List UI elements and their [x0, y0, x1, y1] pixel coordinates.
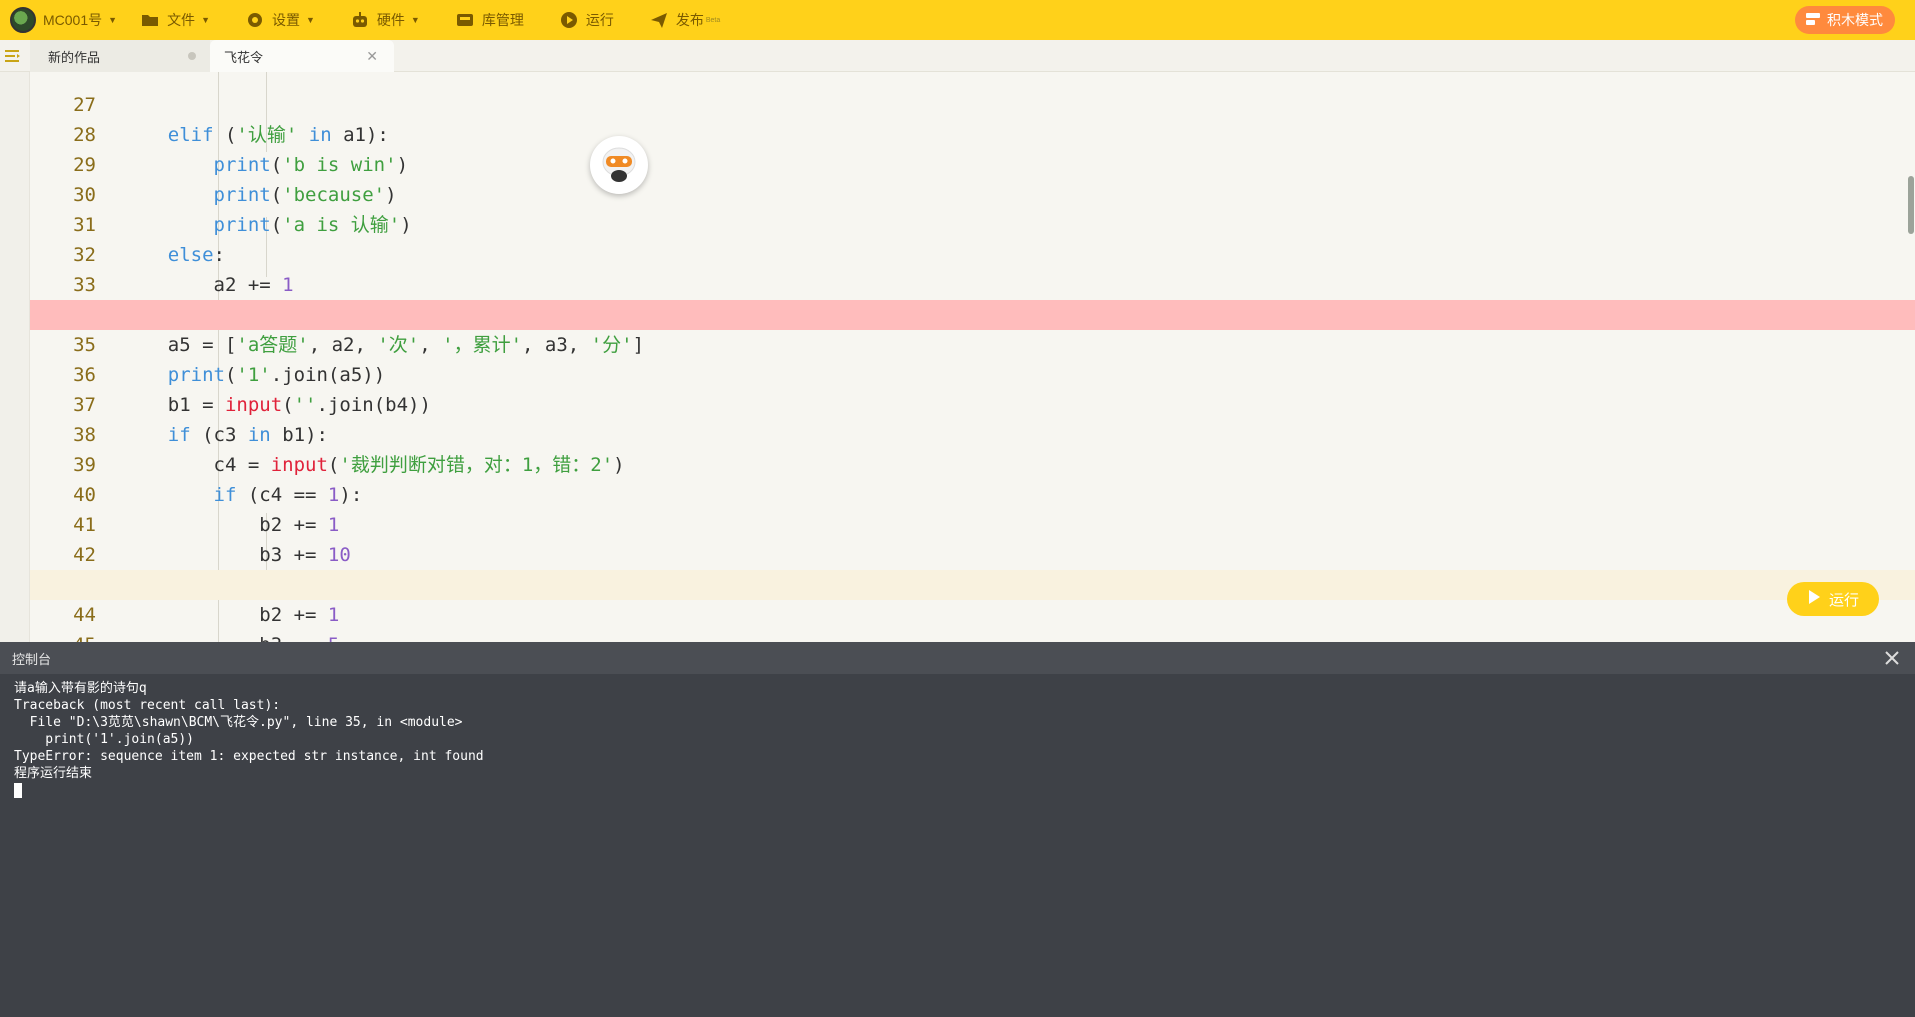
code-line: 33 a3 -= 5	[30, 240, 1915, 326]
code-line: 28 print('b is win')	[30, 90, 1915, 176]
console-line: TypeError: sequence item 1: expected str…	[14, 749, 484, 764]
chevron-down-icon: ▼	[108, 15, 118, 25]
run-button[interactable]: 运行	[1787, 582, 1879, 616]
project-avatar	[10, 7, 36, 33]
code-line: 40 b2 += 1	[30, 450, 1915, 536]
console-line: print('1'.join(a5))	[14, 732, 195, 747]
code-line: 37 if (c3 in b1):	[30, 360, 1915, 446]
tab-label: 新的作品	[48, 49, 101, 65]
console-line: File "D:\3苋苋\shawn\BCM\飞花令.py", line 35,…	[14, 715, 463, 730]
chevron-down-icon: ▼	[305, 15, 315, 25]
code-editor[interactable]: 27 elif ('认输' in a1): 28 print('b is win…	[0, 72, 1915, 642]
hardware-menu[interactable]: 硬件 ▼	[351, 10, 420, 30]
editor-scrollbar[interactable]	[1908, 176, 1914, 234]
paper-plane-icon	[650, 11, 668, 29]
block-mode-button[interactable]: 积木模式	[1795, 6, 1895, 34]
console-panel: 控制台 请a输入带有影的诗句q Traceback (most recent ca…	[0, 642, 1915, 1017]
top-toolbar: MC001号 ▼ 文件 ▼ 设置 ▼ 硬件 ▼ 库管理 运行 发布 Beta 积…	[0, 0, 1915, 40]
blocks-icon	[1805, 12, 1821, 29]
tab-feihualing[interactable]: 飞花令 ✕	[210, 40, 394, 72]
robot-head-icon	[351, 11, 369, 29]
run-button-label: 运行	[1828, 591, 1859, 609]
settings-menu[interactable]: 设置 ▼	[246, 10, 315, 30]
tab-bar: 新的作品 飞花令 ✕	[0, 40, 1915, 72]
file-menu-label: 文件	[167, 12, 196, 28]
console-output[interactable]: 请a输入带有影的诗句q Traceback (most recent call l…	[0, 674, 1915, 805]
publish-label: 发布	[675, 12, 704, 28]
block-mode-label: 积木模式	[1827, 12, 1883, 28]
project-name: MC001号	[43, 12, 103, 28]
code-line: 29 print('because')	[30, 120, 1915, 206]
chevron-down-icon: ▼	[410, 15, 420, 25]
chevron-down-icon: ▼	[201, 15, 210, 25]
run-menu-button[interactable]: 运行	[560, 10, 614, 30]
play-circle-icon	[560, 11, 578, 29]
close-icon[interactable]	[1883, 649, 1901, 667]
code-line: 43 b2 += 1	[30, 540, 1915, 626]
console-line: Traceback (most recent call last):	[14, 698, 281, 713]
play-icon	[1807, 589, 1821, 609]
code-line: 38 c4 = input('裁判判断对错，对：1，错：2')	[30, 390, 1915, 476]
gear-icon	[246, 11, 264, 29]
code-line: 39 if (c4 == 1):	[30, 420, 1915, 506]
settings-menu-label: 设置	[271, 12, 300, 28]
assistant-robot-icon[interactable]	[590, 136, 648, 194]
hardware-menu-label: 硬件	[376, 12, 405, 28]
publish-button[interactable]: 发布 Beta	[650, 10, 720, 30]
code-line: 36 b1 = input(''.join(b4))	[30, 330, 1915, 416]
tab-label: 飞花令	[224, 49, 264, 65]
beta-badge: Beta	[705, 16, 721, 24]
error-highlighted-line: 35 print('1'.join(a5))	[30, 300, 1915, 386]
hamburger-menu-icon[interactable]	[4, 48, 22, 64]
inbox-icon	[456, 11, 474, 29]
code-line: 32 a2 += 1	[30, 210, 1915, 296]
code-line: 31 else:	[30, 180, 1915, 266]
code-line: 45 elif ('认输' in b1):	[30, 600, 1915, 642]
console-line: 程序运行结束	[14, 766, 93, 781]
file-menu[interactable]: 文件 ▼	[141, 10, 210, 30]
library-manager-label: 库管理	[481, 12, 524, 28]
code-line: 34 a5 = ['a答题', a2, '次', '，累计', a3, '分']	[30, 270, 1915, 356]
close-tab-icon[interactable]: ✕	[366, 48, 378, 65]
current-line: 44 b3 -= 5	[30, 570, 1915, 642]
unsaved-dot-icon	[188, 52, 196, 60]
code-line: 27 elif ('认输' in a1):	[30, 72, 1915, 146]
run-menu-label: 运行	[585, 12, 614, 28]
code-line: 30 print('a is 认输')	[30, 150, 1915, 236]
console-header: 控制台	[0, 642, 1915, 674]
library-manager-button[interactable]: 库管理	[456, 10, 524, 30]
code-line: 46 print('a is win')	[30, 630, 1915, 642]
console-cursor	[14, 783, 22, 798]
code-line: 42 else:	[30, 510, 1915, 596]
console-line: 请a输入带有影的诗句q	[14, 681, 147, 696]
tab-new-work[interactable]: 新的作品	[30, 40, 210, 72]
console-title: 控制台	[12, 651, 52, 667]
project-switcher[interactable]: MC001号 ▼	[10, 7, 117, 33]
folder-icon	[141, 11, 159, 29]
editor-left-strip	[0, 72, 30, 642]
code-line: 41 b3 += 10	[30, 480, 1915, 566]
